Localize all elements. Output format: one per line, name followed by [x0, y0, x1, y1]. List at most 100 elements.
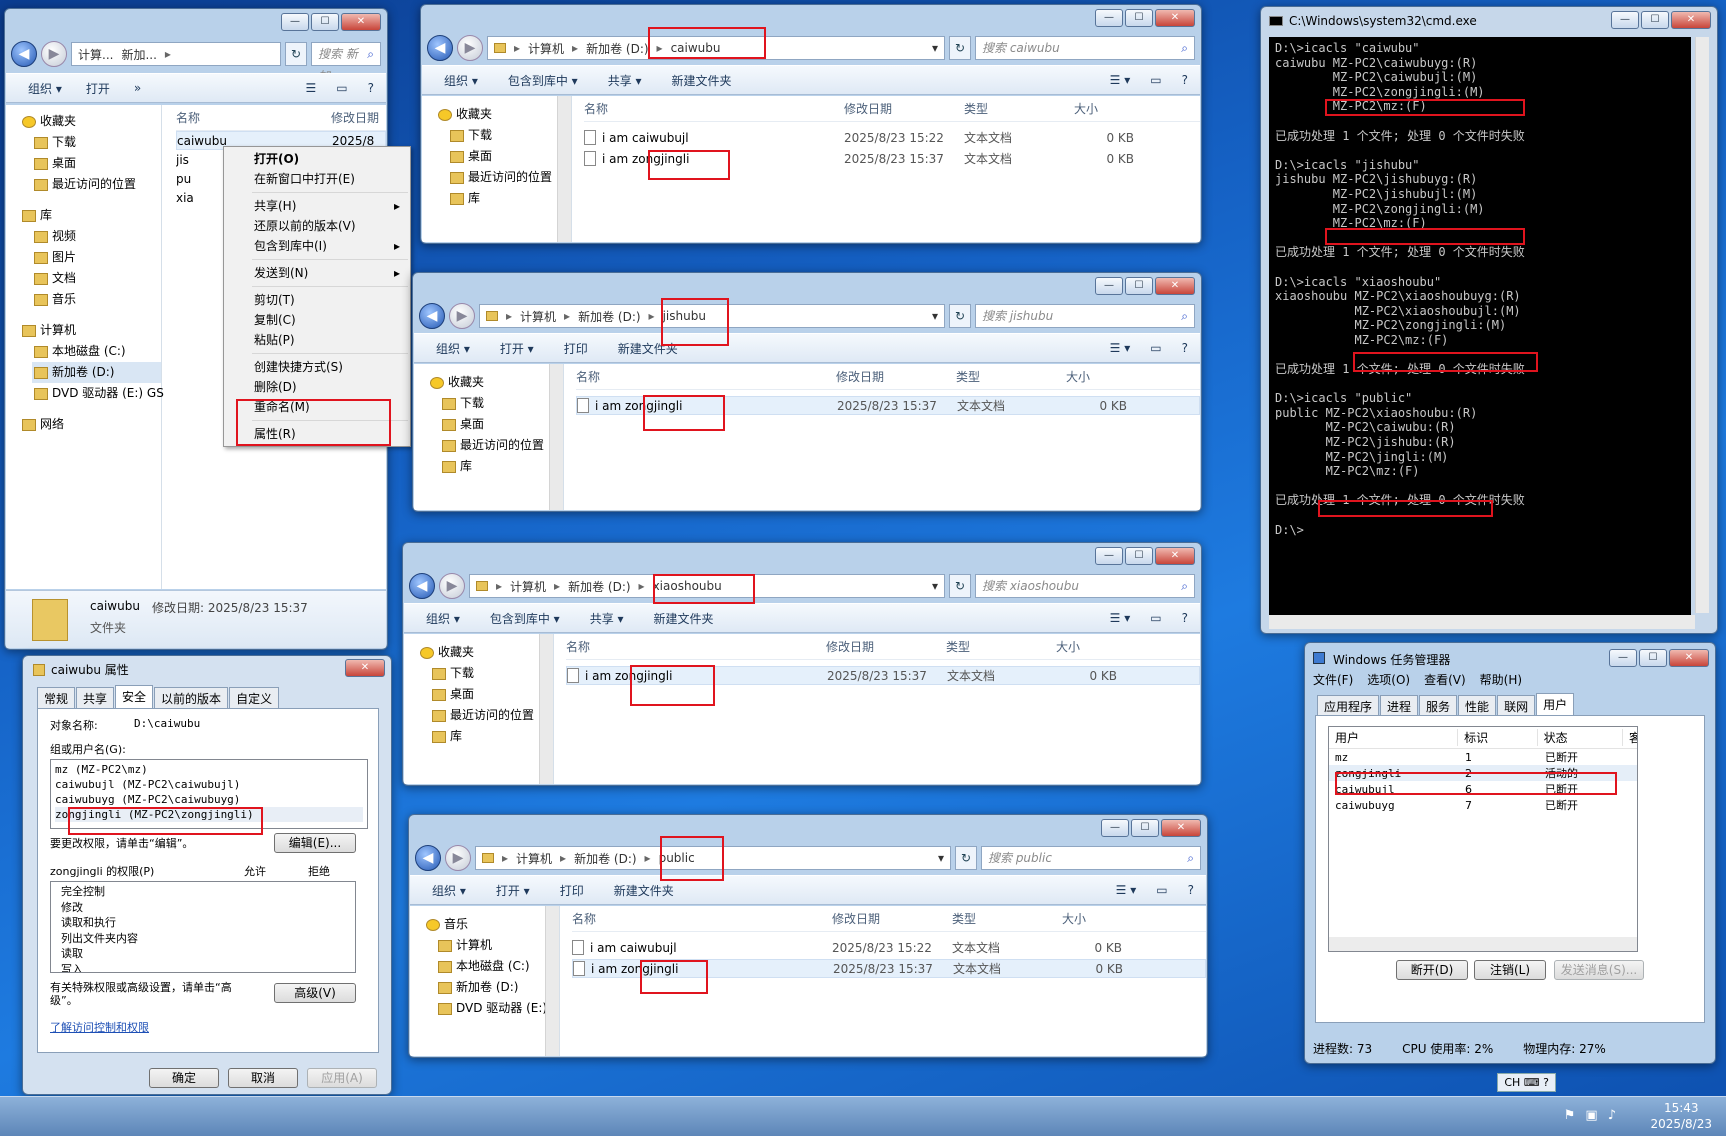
menu-paste[interactable]: 粘贴(P): [224, 330, 410, 350]
close-button[interactable]: ✕: [345, 659, 385, 677]
console-hscrollbar[interactable]: [1269, 615, 1695, 629]
breadcrumb-chevron-icon[interactable]: ▸: [657, 41, 663, 55]
task-manager-window[interactable]: Windows 任务管理器 — ☐ ✕ 文件(F) 选项(O) 查看(V) 帮助(H…: [1304, 642, 1716, 1064]
address-dropdown-icon[interactable]: ▾: [932, 41, 938, 55]
new-folder-button[interactable]: 新建文件夹: [672, 72, 732, 89]
nav-scrollbar[interactable]: [549, 364, 563, 510]
breadcrumb-computer[interactable]: 计算...: [78, 46, 113, 63]
menu-restore-versions[interactable]: 还原以前的版本(V): [224, 216, 410, 236]
ok-button[interactable]: 确定: [149, 1068, 219, 1088]
nav-item[interactable]: 桌面: [448, 146, 571, 167]
breadcrumb-chevron-icon[interactable]: ▸: [564, 309, 570, 323]
toolbar-button-2[interactable]: 打开 ▾: [500, 340, 534, 357]
file-row[interactable]: i am caiwubujl 2025/8/23 15:22 文本文档 0 KB: [572, 938, 1206, 957]
toolbar-button-3[interactable]: 打印: [560, 882, 584, 899]
flag-icon[interactable]: ⚑: [1564, 1108, 1576, 1123]
back-icon[interactable]: ◀: [427, 35, 453, 61]
nav-downloads[interactable]: 下载: [32, 132, 161, 153]
address-bar[interactable]: ▸ 计算机 ▸ 新加卷 (D:) ▸ jishubu ▾: [479, 304, 945, 328]
preview-pane-icon[interactable]: ▭: [336, 81, 347, 95]
search-input[interactable]: 搜索 public: [981, 846, 1201, 870]
toolbar-button-2[interactable]: 包含到库中 ▾: [508, 72, 578, 89]
nav-videos[interactable]: 视频: [32, 226, 161, 247]
cancel-button[interactable]: 取消: [228, 1068, 298, 1088]
address-dropdown-icon[interactable]: ▾: [938, 851, 944, 865]
user-item[interactable]: mz (MZ-PC2\mz): [55, 762, 363, 777]
preview-pane-icon[interactable]: ▭: [1150, 611, 1161, 625]
back-icon[interactable]: ◀: [409, 573, 435, 599]
help-icon[interactable]: ?: [368, 81, 374, 95]
toolbar-button-3[interactable]: 共享 ▾: [608, 72, 642, 89]
new-folder-button[interactable]: 新建文件夹: [614, 882, 674, 899]
nav-item[interactable]: 收藏夹: [436, 104, 571, 125]
menu-open[interactable]: 打开(O): [224, 149, 410, 169]
breadcrumb-chevron-icon[interactable]: ▸: [639, 579, 645, 593]
breadcrumb-chevron-icon[interactable]: ▸: [514, 41, 520, 55]
col-date[interactable]: 修改日期: [331, 109, 379, 126]
user-item[interactable]: caiwubuyg (MZ-PC2\caiwubuyg): [55, 792, 363, 807]
col-date[interactable]: 修改日期: [832, 910, 952, 927]
breadcrumb-computer[interactable]: 计算机: [520, 308, 556, 325]
close-button[interactable]: ✕: [1155, 9, 1195, 27]
close-button[interactable]: ✕: [341, 13, 381, 31]
nav-scrollbar[interactable]: [539, 634, 553, 784]
table-row[interactable]: caiwubuyg 7 已断开: [1329, 797, 1637, 813]
organize-button[interactable]: 组织 ▾: [444, 72, 478, 89]
search-input[interactable]: 搜索 jishubu: [975, 304, 1195, 328]
table-row[interactable]: caiwubujl 6 已断开: [1329, 781, 1637, 797]
menu-send-to[interactable]: 发送到(N): [224, 263, 410, 283]
minimize-button[interactable]: —: [1611, 11, 1639, 29]
organize-button[interactable]: 组织 ▾: [426, 610, 460, 627]
organize-button[interactable]: 组织 ▾: [436, 340, 470, 357]
permissions-list[interactable]: 完全控制 修改 读取和执行 列出文件夹内容 读取 写入: [50, 881, 356, 973]
new-folder-button[interactable]: 新建文件夹: [618, 340, 678, 357]
send-message-button[interactable]: 发送消息(S)...: [1554, 960, 1644, 980]
menu-file[interactable]: 文件(F): [1313, 671, 1353, 688]
col-size[interactable]: 大小: [1056, 638, 1080, 655]
advanced-button[interactable]: 高级(V): [274, 983, 356, 1003]
col-type[interactable]: 类型: [964, 100, 1074, 117]
maximize-button[interactable]: ☐: [1125, 277, 1153, 295]
toolbar-button-2[interactable]: 打开 ▾: [496, 882, 530, 899]
nav-item[interactable]: 库: [440, 456, 563, 477]
maximize-button[interactable]: ☐: [311, 13, 339, 31]
nav-item[interactable]: 下载: [440, 393, 563, 414]
menu-view[interactable]: 查看(V): [1424, 671, 1466, 688]
col-type[interactable]: 类型: [946, 638, 1056, 655]
menu-copy[interactable]: 复制(C): [224, 310, 410, 330]
nav-favorites[interactable]: 收藏夹: [20, 111, 161, 132]
file-row[interactable]: i am zongjingli 2025/8/23 15:37 文本文档 0 K…: [576, 396, 1200, 415]
col-name[interactable]: 名称: [572, 910, 832, 927]
file-row[interactable]: i am zongjingli 2025/8/23 15:37 文本文档 0 K…: [566, 666, 1200, 685]
tab-security[interactable]: 安全: [115, 685, 154, 709]
address-bar[interactable]: ▸ 计算机 ▸ 新加卷 (D:) ▸ public ▾: [475, 846, 951, 870]
maximize-button[interactable]: ☐: [1639, 649, 1667, 667]
nav-computer[interactable]: 计算机: [20, 320, 161, 341]
table-row[interactable]: zongjingli 2 活动的: [1329, 765, 1637, 781]
address-bar[interactable]: ▸ 计算机 ▸ 新加卷 (D:) ▸ caiwubu ▾: [487, 36, 945, 60]
menu-rename[interactable]: 重命名(M): [224, 397, 410, 417]
forward-icon[interactable]: ▶: [457, 35, 483, 61]
explorer-caiwubu-window[interactable]: — ☐ ✕ ◀ ▶ ▸ 计算机 ▸ 新加卷 (D:) ▸ caiwubu ▾ ↻ 搜…: [420, 4, 1202, 244]
user-item[interactable]: caiwubujl (MZ-PC2\caiwubujl): [55, 777, 363, 792]
nav-music[interactable]: 音乐: [32, 289, 161, 310]
breadcrumb-chevron-icon[interactable]: ▸: [572, 41, 578, 55]
nav-item[interactable]: 最近访问的位置: [430, 705, 553, 726]
address-dropdown-icon[interactable]: ▾: [932, 309, 938, 323]
col-name[interactable]: 名称: [176, 109, 331, 126]
breadcrumb-drive[interactable]: 新加卷 (D:): [578, 308, 640, 325]
breadcrumb-chevron-icon[interactable]: ▸: [506, 309, 512, 323]
apply-button[interactable]: 应用(A): [307, 1068, 377, 1088]
close-button[interactable]: ✕: [1669, 649, 1709, 667]
view-icon[interactable]: ☰ ▾: [1116, 883, 1137, 897]
properties-dialog[interactable]: caiwubu 属性 ✕ 常规 共享 安全 以前的版本 自定义 对象名称: D:…: [22, 655, 392, 1095]
col-size[interactable]: 大小: [1066, 368, 1090, 385]
back-icon[interactable]: ◀: [11, 41, 37, 67]
breadcrumb-folder[interactable]: jishubu: [663, 309, 706, 323]
col-date[interactable]: 修改日期: [836, 368, 956, 385]
breadcrumb-chevron-icon[interactable]: ▸: [560, 851, 566, 865]
language-bar[interactable]: CH ⌨ ?: [1497, 1073, 1556, 1092]
breadcrumb-chevron-icon[interactable]: ▸: [645, 851, 651, 865]
file-row[interactable]: i am caiwubujl 2025/8/23 15:22 文本文档 0 KB: [584, 128, 1200, 147]
maximize-button[interactable]: ☐: [1641, 11, 1669, 29]
